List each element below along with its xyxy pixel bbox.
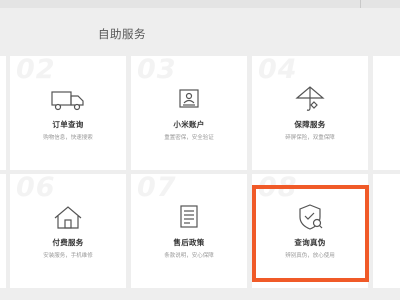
card-desc: 重置密保，安全验证 — [164, 135, 214, 141]
card-desc: 辨别真伪，放心使用 — [285, 253, 335, 259]
shield-search-icon — [292, 202, 328, 232]
card-number: 03 — [137, 56, 177, 85]
card-title: 售后政策 — [173, 238, 205, 247]
card-mi-account[interactable]: 03 小米账户 重置密保，安全验证 — [131, 56, 247, 170]
card-partial-right-row1 — [373, 56, 400, 170]
self-service-page: 自助服务 02 订单查询 购物信息，快速搜索 03 小米账户 重置密保，安全验证… — [0, 0, 400, 300]
card-title: 付费服务 — [52, 238, 84, 247]
card-number: 04 — [258, 56, 298, 85]
card-desc: 条款说明，安心保障 — [164, 253, 214, 259]
card-desc: 购物信息，快速搜索 — [43, 135, 93, 141]
card-partial-left-row2 — [0, 174, 6, 288]
card-authenticity-check[interactable]: 08 查询真伪 辨别真伪，放心使用 — [252, 174, 368, 288]
card-number: 02 — [16, 56, 56, 85]
card-partial-left-row1 — [0, 56, 6, 170]
card-after-sales-policy[interactable]: 07 售后政策 条款说明，安心保障 — [131, 174, 247, 288]
id-card-icon — [171, 84, 207, 114]
section-title: 自助服务 — [98, 27, 146, 41]
card-title: 保障服务 — [294, 120, 326, 129]
card-partial-right-row2 — [373, 174, 400, 288]
card-paid-service[interactable]: 06 付费服务 安装服务，手机维修 — [10, 174, 126, 288]
card-order-query[interactable]: 02 订单查询 购物信息，快速搜索 — [10, 56, 126, 170]
umbrella-icon — [292, 84, 328, 114]
truck-icon — [50, 84, 86, 114]
card-protection-service[interactable]: 04 保障服务 碎屏保险，双重保障 — [252, 56, 368, 170]
card-number: 06 — [16, 174, 56, 203]
card-desc: 碎屏保险，双重保障 — [285, 135, 335, 141]
top-bar-divider — [360, 0, 361, 8]
document-icon — [171, 202, 207, 232]
card-number: 08 — [258, 174, 298, 203]
top-bar — [0, 0, 400, 8]
house-icon — [50, 202, 86, 232]
card-title: 订单查询 — [52, 120, 84, 129]
card-title: 小米账户 — [173, 120, 205, 129]
card-desc: 安装服务，手机维修 — [43, 253, 93, 259]
card-title: 查询真伪 — [294, 238, 326, 247]
card-number: 07 — [137, 174, 177, 203]
